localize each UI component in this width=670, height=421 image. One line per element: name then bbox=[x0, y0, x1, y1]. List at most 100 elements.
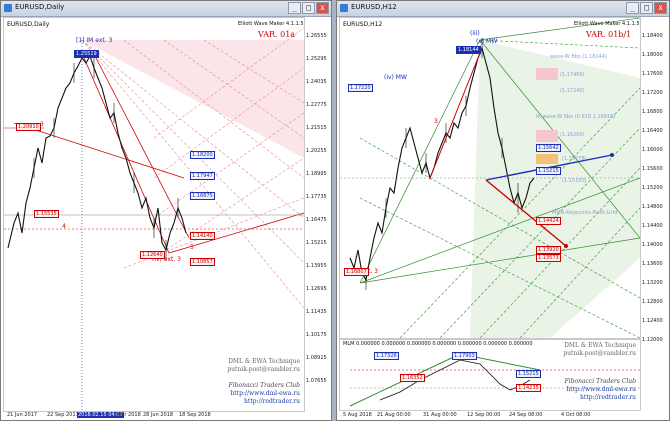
date-tick: 31 Aug 00:00 bbox=[423, 412, 457, 418]
price-series bbox=[7, 54, 187, 252]
minimize-button[interactable]: _ bbox=[288, 2, 301, 14]
right-time-axis: 5 Aug 2018 21 Aug 00:00 31 Aug 00:00 12 … bbox=[339, 410, 639, 420]
price-tick: 1.17600 bbox=[642, 71, 663, 77]
chart-app-icon bbox=[4, 4, 12, 12]
price-tick: 1.16000 bbox=[642, 147, 663, 153]
level-label-top[interactable]: 1.18144 bbox=[456, 46, 481, 54]
level-label-r2[interactable]: 1.13573 bbox=[536, 254, 561, 262]
price-tick: 1.13600 bbox=[642, 261, 663, 267]
price-tick: 1.16800 bbox=[642, 109, 663, 115]
level-label-b2[interactable]: 1.15215 bbox=[536, 167, 561, 175]
price-tick: 1.21515 bbox=[306, 125, 327, 131]
wave-label-4: 4 bbox=[62, 223, 66, 230]
level-label-r3[interactable]: 1.10857 bbox=[190, 258, 215, 266]
date-tick: 5 Aug 2018 bbox=[343, 412, 372, 418]
sub-watermark-1: DML & EWA Technique bbox=[564, 342, 636, 349]
date-tick: Mar 2018 bbox=[117, 412, 141, 418]
eurusd-h12-window[interactable]: EURUSD,H12 _ □ x EURUSD,H12 Elliott Wave… bbox=[336, 0, 670, 421]
price-tick: 1.13955 bbox=[306, 263, 327, 269]
price-tick: 1.15600 bbox=[642, 166, 663, 172]
date-tick: 12 Sep 00:00 bbox=[467, 412, 501, 418]
price-tick: 1.14000 bbox=[642, 242, 663, 248]
fibo-label: (1.17240) bbox=[560, 88, 585, 94]
maximize-button[interactable]: □ bbox=[640, 2, 653, 14]
date-tick: 21 Aug 00:00 bbox=[377, 412, 411, 418]
pink-fan-region bbox=[82, 40, 304, 158]
price-tick: 1.17200 bbox=[642, 90, 663, 96]
right-subwindow[interactable]: MLM 0.000000 0.000000 0.000000 0.000000 … bbox=[339, 339, 641, 411]
left-titlebar[interactable]: EURUSD,Daily _ □ x bbox=[1, 1, 331, 17]
wave-label-1: [1] IM ext. 3 bbox=[76, 37, 113, 44]
left-chart-area[interactable]: EURUSD,Daily Elliott Wave Maker 4.1.1.5 … bbox=[3, 17, 305, 412]
chart-app-icon bbox=[340, 4, 348, 12]
level-label-l2[interactable]: 1.15535 bbox=[34, 210, 59, 218]
level-label-l3[interactable]: 1.14424 bbox=[536, 217, 561, 225]
left-variant-label: VAR. 01a bbox=[258, 30, 296, 39]
sub-level-r1[interactable]: 1.16352 bbox=[400, 374, 425, 382]
orange-zone bbox=[536, 154, 558, 164]
price-tick: 1.14400 bbox=[642, 223, 663, 229]
level-label-b1[interactable]: 1.15642 bbox=[536, 144, 561, 152]
eurusd-daily-window[interactable]: EURUSD,Daily _ □ x EURUSD,Daily Elliott … bbox=[0, 0, 332, 421]
sub-level-b2[interactable]: 1.17903 bbox=[452, 352, 477, 360]
fibo-label: tk wave-W fibo (0.618 1.16816) bbox=[536, 114, 616, 120]
left-time-axis: 21 Jun 2017 22 Sep 2017 2018.02.15 04:00… bbox=[3, 410, 303, 420]
price-tick: 1.18400 bbox=[642, 33, 663, 39]
minimize-button[interactable]: _ bbox=[626, 2, 639, 14]
level-label-r1[interactable]: 1.14140 bbox=[190, 232, 215, 240]
price-tick: 1.16475 bbox=[306, 217, 327, 223]
right-chart-svg bbox=[340, 18, 640, 338]
level-label-bl[interactable]: 1.16807 bbox=[344, 268, 369, 276]
left-watermark-5: http://redtrader.ru bbox=[244, 398, 300, 405]
fibo-label: (1.15150) bbox=[562, 178, 587, 184]
price-tick: 1.13200 bbox=[642, 280, 663, 286]
price-tick: 1.20255 bbox=[306, 148, 327, 154]
price-tick: 1.07655 bbox=[306, 378, 327, 384]
right-price-axis: 1.18400 1.18000 1.17600 1.17200 1.16800 … bbox=[640, 17, 669, 343]
level-label-b3[interactable]: 1.16875 bbox=[190, 192, 215, 200]
close-button[interactable]: x bbox=[316, 2, 329, 14]
fibo-label: MMN-Keypoints-Pivot-Grid bbox=[552, 210, 618, 216]
level-label-l1[interactable]: 1.20910 bbox=[16, 123, 41, 131]
right-indicator-name: Elliott Wave Maker 4.1.1.5 bbox=[574, 21, 640, 27]
sub-level-r2[interactable]: 1.14235 bbox=[516, 384, 541, 392]
price-tick: 1.10175 bbox=[306, 332, 327, 338]
right-watermark-3: Fibonacci Traders Club bbox=[564, 378, 636, 385]
maximize-button[interactable]: □ bbox=[302, 2, 315, 14]
date-tick: 18 Sep 2018 bbox=[179, 412, 211, 418]
price-tick: 1.15200 bbox=[642, 185, 663, 191]
date-tick: 22 Sep 2017 bbox=[47, 412, 79, 418]
price-tick: 1.14800 bbox=[642, 204, 663, 210]
price-tick: 1.24035 bbox=[306, 79, 327, 85]
left-symbol-label: EURUSD,Daily bbox=[7, 21, 50, 28]
price-tick: 1.12695 bbox=[306, 286, 327, 292]
level-label-b1[interactable]: 1.18200 bbox=[190, 151, 215, 159]
date-tick: 24 Sep 08:00 bbox=[509, 412, 543, 418]
right-titlebar[interactable]: EURUSD,H12 _ □ x bbox=[337, 1, 669, 17]
right-chart-area[interactable]: EURUSD,H12 Elliott Wave Maker 4.1.1.5 VA… bbox=[339, 17, 641, 339]
blue-projection-point bbox=[610, 153, 614, 157]
level-label-l1[interactable]: 1.17220 bbox=[348, 84, 373, 92]
level-label-top[interactable]: 1.25519 bbox=[74, 50, 99, 58]
fibo-label: (1.15778) bbox=[562, 156, 587, 162]
left-price-axis: 1.26555 1.25295 1.24035 1.22775 1.21515 … bbox=[304, 17, 331, 410]
level-label-r2[interactable]: 1.12640 bbox=[140, 251, 165, 259]
left-watermark-2: putnik-post@rambler.ru bbox=[227, 366, 300, 373]
left-window-controls: _ □ x bbox=[288, 2, 329, 14]
close-button[interactable]: x bbox=[654, 2, 667, 14]
sub-watermark-2: putnik-post@rambler.ru bbox=[563, 350, 636, 357]
left-indicator-name: Elliott Wave Maker 4.1.1.5 bbox=[238, 21, 304, 27]
level-label-r1[interactable]: 1.13920 bbox=[536, 246, 561, 254]
sub-level-b3[interactable]: 1.15215 bbox=[516, 370, 541, 378]
red-trend-line bbox=[429, 47, 483, 179]
level-label-b2[interactable]: 1.17947 bbox=[190, 172, 215, 180]
date-tick: 28 Jun 2018 bbox=[143, 412, 174, 418]
wave-label-iv-mw: (iv) MW bbox=[384, 74, 407, 81]
right-watermark-5: http://redtrader.ru bbox=[580, 394, 636, 401]
price-tick: 1.08915 bbox=[306, 355, 327, 361]
left-window-title: EURUSD,Daily bbox=[15, 3, 65, 11]
sub-level-b1[interactable]: 1.17328 bbox=[374, 352, 399, 360]
pink-zone-2 bbox=[536, 130, 558, 142]
right-symbol-label: EURUSD,H12 bbox=[343, 21, 383, 28]
fibo-label: (1.17466) bbox=[560, 72, 585, 78]
